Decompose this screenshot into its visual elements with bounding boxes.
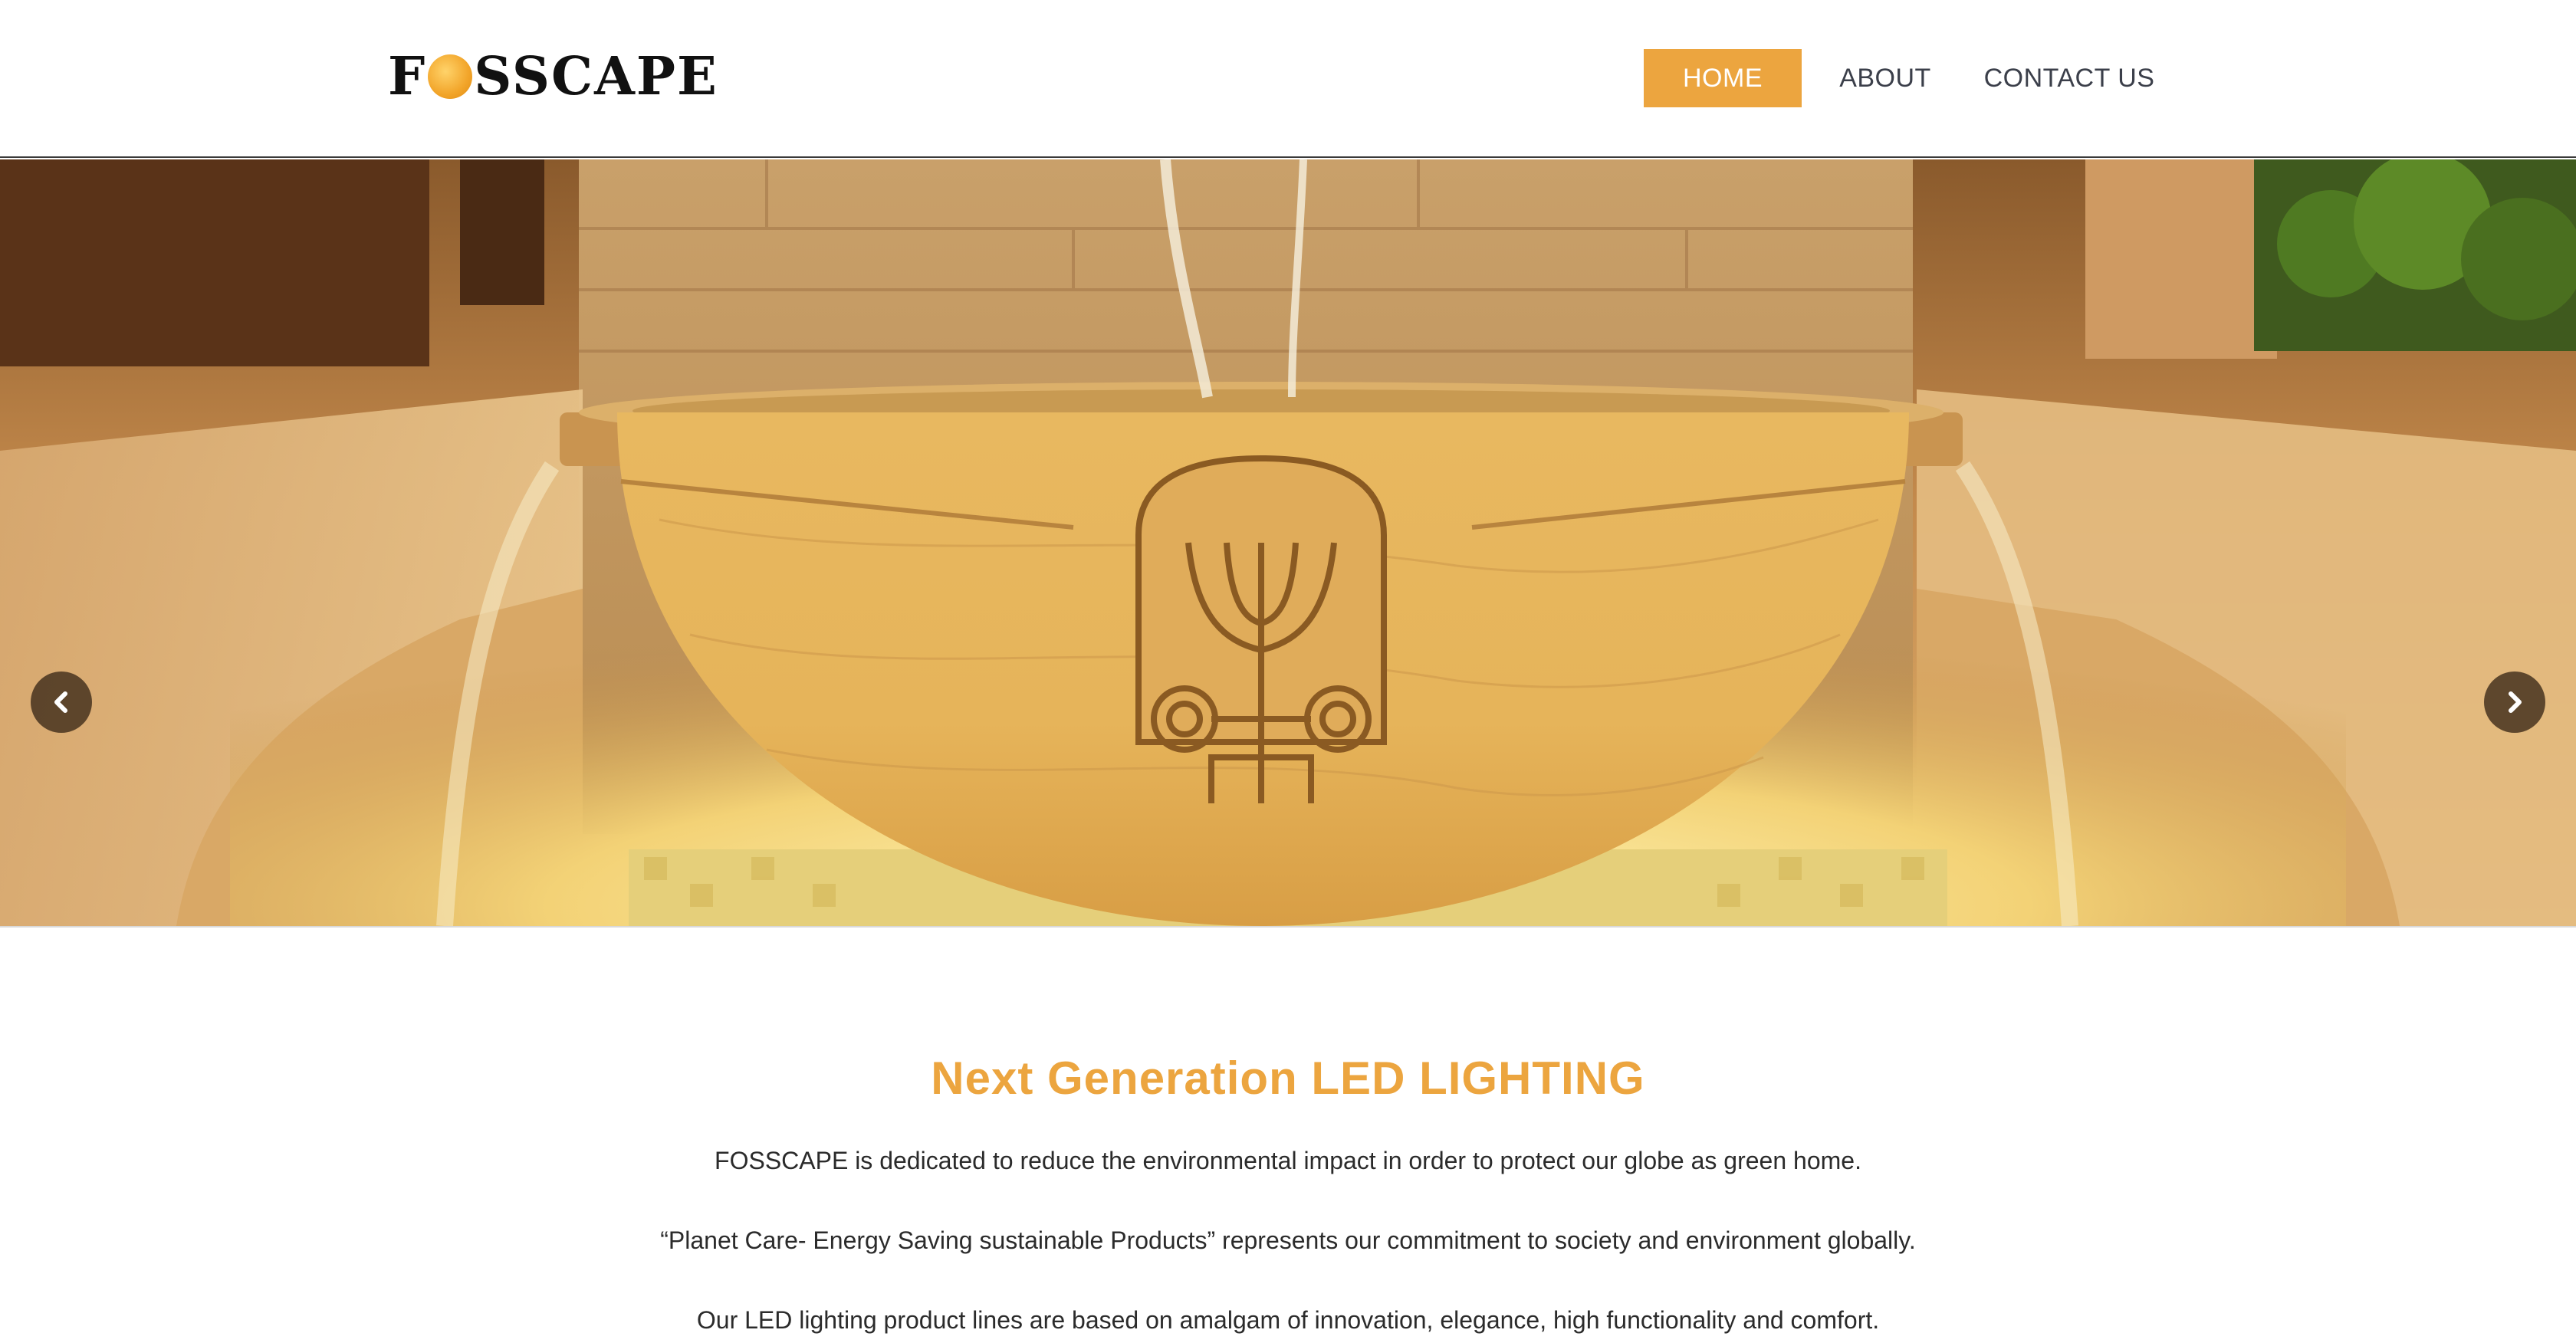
hero-divider [0, 926, 2576, 928]
chevron-left-icon [54, 691, 67, 713]
nav-about[interactable]: ABOUT [1802, 49, 1969, 107]
fosscape-logo[interactable]: F SSCAPE [388, 46, 718, 107]
intro-paragraph-1: FOSSCAPE is dedicated to reduce the envi… [715, 1147, 1861, 1174]
section-title: Next Generation LED LIGHTING [931, 1052, 1645, 1104]
hero-fountain-image [0, 159, 2576, 926]
logo-text-left: F [388, 46, 427, 107]
nav-home[interactable]: HOME [1644, 49, 1802, 107]
logo-sun-icon [428, 54, 473, 99]
main-nav: HOME ABOUT CONTACT US [1644, 49, 2170, 107]
chevron-right-icon [2509, 691, 2522, 713]
slider-next-button[interactable] [2484, 672, 2545, 733]
intro-paragraph-3: Our LED lighting product lines are based… [696, 1306, 1880, 1334]
hero-slider [0, 159, 2576, 926]
logo-text-right: SSCAPE [474, 46, 718, 107]
nav-contact-us[interactable]: CONTACT US [1969, 49, 2170, 107]
slider-prev-button[interactable] [31, 672, 92, 733]
intro-paragraph-2: “Planet Care- Energy Saving sustainable … [660, 1226, 1916, 1254]
site-header: F SSCAPE HOME ABOUT CONTACT US [0, 0, 2576, 158]
